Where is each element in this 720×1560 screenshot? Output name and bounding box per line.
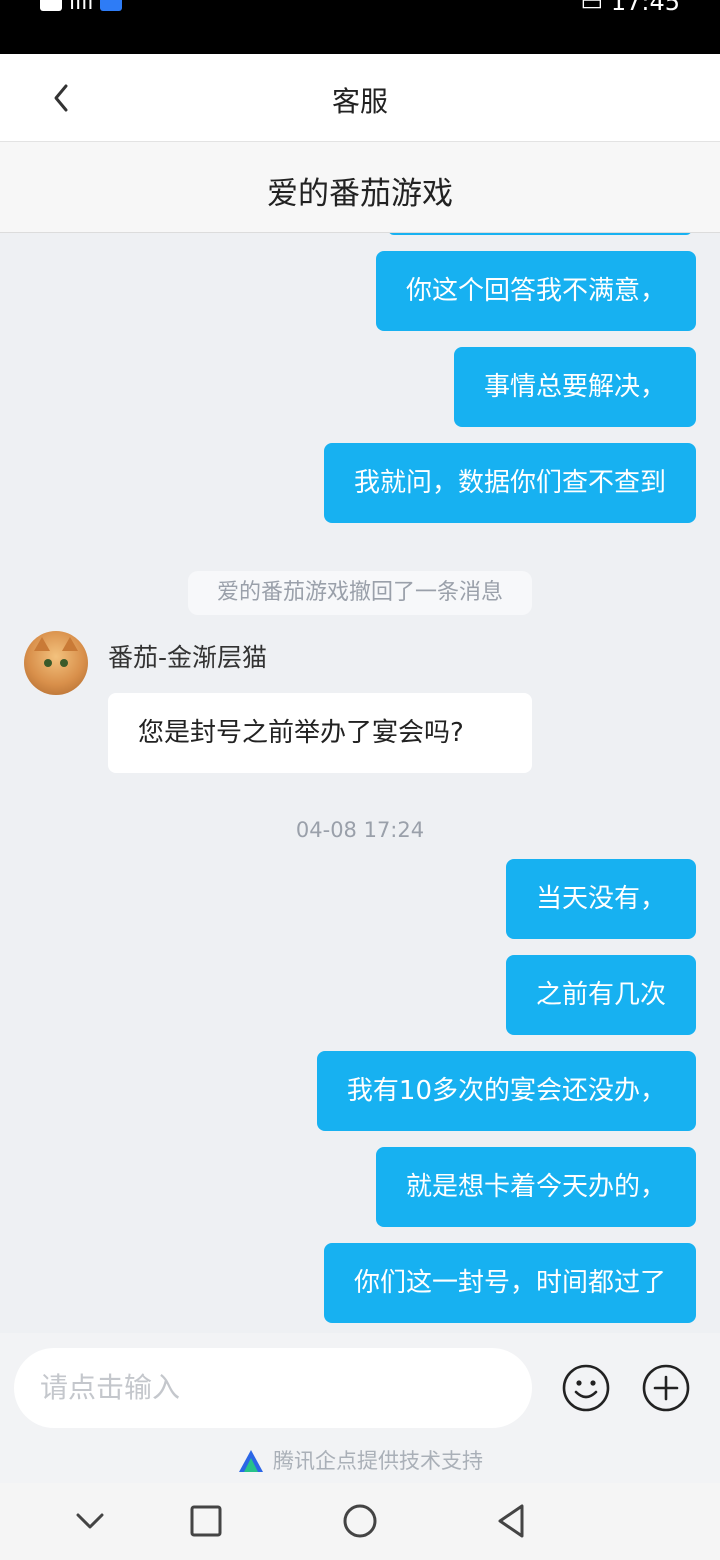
input-bar: 请点击输入 腾讯企点提供技术支持 — [0, 1333, 720, 1483]
page-title: 客服 — [331, 85, 388, 118]
message-input[interactable]: 请点击输入 — [14, 1348, 532, 1428]
user-message[interactable]: 你们这一封号，时间都过了 — [323, 1243, 696, 1323]
user-message[interactable]: 我有10多次的宴会还没办， — [316, 1051, 696, 1131]
status-bar: ıllı ▭ 17:45 — [0, 0, 720, 54]
battery-icon: ▭ — [580, 0, 604, 16]
user-message[interactable]: 就是想卡着今天办的， — [375, 1147, 696, 1227]
recall-notice: 爱的番茄游戏撤回了一条消息 — [188, 571, 532, 615]
powered-by-text: 腾讯企点提供技术支持 — [273, 1449, 483, 1473]
sim-icon — [40, 0, 62, 11]
avatar-eye — [44, 659, 52, 667]
chevron-down-icon[interactable] — [70, 1501, 110, 1541]
status-icons-left: ıllı — [40, 0, 123, 15]
user-message[interactable]: 之前有几次 — [505, 955, 696, 1035]
agent-avatar[interactable] — [24, 631, 88, 695]
plus-icon[interactable] — [641, 1363, 691, 1413]
emoji-icon[interactable] — [561, 1363, 611, 1413]
home-circle-icon[interactable] — [340, 1501, 380, 1541]
recents-square-icon[interactable] — [186, 1501, 226, 1541]
signal-icon: ıllı — [69, 0, 94, 15]
chat-title-bar: 爱的番茄游戏 — [0, 142, 720, 233]
user-message[interactable]: 你这个回答我不满意， — [375, 251, 696, 331]
agent-message[interactable]: 您是封号之前举办了宴会吗? — [108, 693, 532, 773]
powered-by: 腾讯企点提供技术支持 — [0, 1445, 720, 1475]
status-icons-right: ▭ 17:45 — [581, 0, 681, 16]
status-time: 17:45 — [610, 0, 680, 16]
system-nav-bar — [0, 1483, 720, 1560]
top-header: 客服 — [0, 54, 720, 142]
chat-title: 爱的番茄游戏 — [267, 176, 453, 212]
user-message[interactable]: 我就问，数据你们查不查到 — [323, 443, 696, 523]
agent-name: 番茄-金渐层猫 — [108, 643, 268, 672]
message-bubble-partial — [388, 233, 692, 235]
avatar-ear — [62, 637, 78, 651]
notification-icon — [100, 0, 123, 11]
user-message[interactable]: 当天没有， — [505, 859, 696, 939]
user-message[interactable]: 事情总要解决， — [453, 347, 696, 427]
chat-area[interactable]: 你这个回答我不满意， 事情总要解决， 我就问，数据你们查不查到 爱的番茄游戏撤回… — [0, 233, 720, 1333]
qidian-logo-icon — [239, 1450, 263, 1472]
avatar-ear — [34, 637, 50, 651]
avatar-eye — [60, 659, 68, 667]
message-timestamp: 04-08 17:24 — [295, 818, 425, 842]
back-triangle-icon[interactable] — [492, 1501, 532, 1541]
